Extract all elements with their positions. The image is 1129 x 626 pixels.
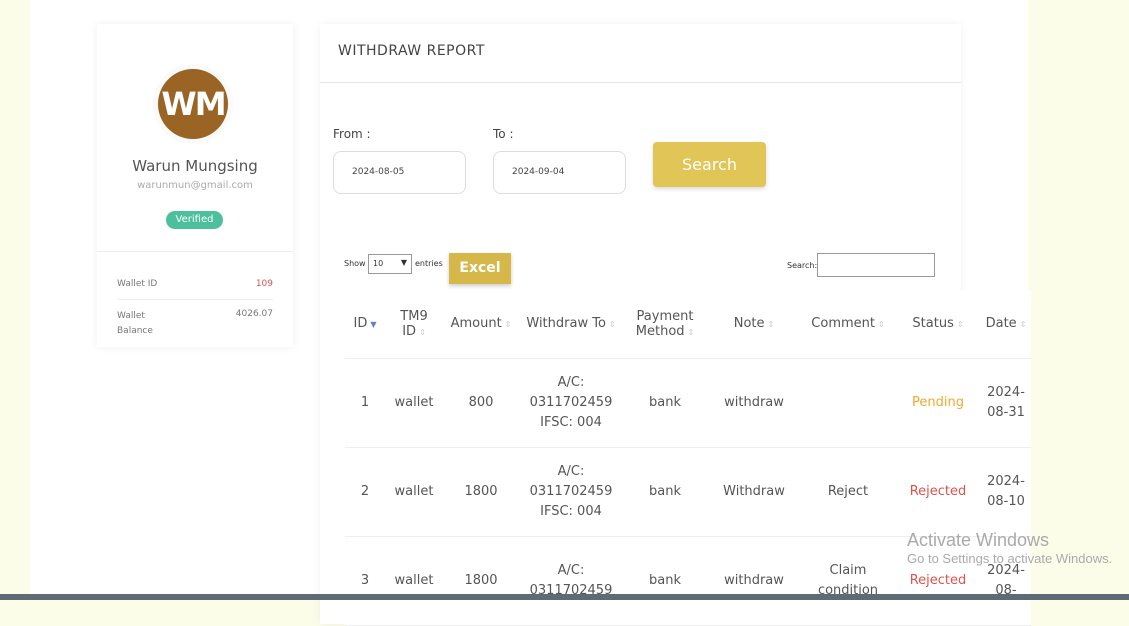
cell-comment: Claim condition	[801, 536, 895, 626]
entries-label: entries	[415, 259, 443, 268]
sort-desc-icon[interactable]: ▼	[370, 320, 376, 329]
divider	[97, 251, 293, 252]
wallet-balance-label: Wallet Balance	[117, 311, 153, 336]
table-row: 2 wallet 1800 A/C: 0311702459 IFSC: 004 bank…	[345, 447, 1031, 537]
column-header-label: Amount	[450, 316, 502, 332]
show-label: Show	[344, 259, 366, 268]
cell-tm9: wallet	[385, 536, 443, 626]
wallet-id-label: Wallet ID	[117, 279, 158, 289]
cell-tm9: wallet	[385, 358, 443, 448]
sort-icon[interactable]: ⇕	[609, 320, 616, 329]
cell-to: A/C: 0311702459 IFSC: 004	[519, 358, 623, 448]
entries-select[interactable]: 10 ▼	[368, 254, 412, 274]
table-search-input[interactable]	[817, 253, 935, 277]
watermark-subtitle: Go to Settings to activate Windows.	[907, 551, 1113, 566]
cell-comment	[801, 358, 895, 448]
sort-icon[interactable]: ⇕	[878, 320, 885, 329]
column-header[interactable]: Comment ⇕	[801, 290, 895, 359]
verified-badge: Verified	[166, 211, 223, 229]
cell-date: 2024-08-10	[981, 447, 1031, 537]
profile-card: WM Warun Mungsing warunmun@gmail.com Ver…	[97, 24, 293, 347]
sort-icon[interactable]: ⇕	[768, 320, 775, 329]
page-title: WITHDRAW REPORT	[338, 43, 485, 59]
divider	[320, 82, 961, 83]
wallet-id-value: 109	[255, 279, 273, 289]
profile-email: warunmun@gmail.com	[137, 180, 253, 191]
column-header-label: Status	[912, 316, 954, 332]
search-label: Search:	[787, 261, 818, 270]
cell-amount: 800	[443, 358, 519, 448]
cell-note: Withdraw	[707, 447, 801, 537]
excel-button[interactable]: Excel	[449, 253, 511, 284]
cell-tm9: wallet	[385, 447, 443, 537]
column-header[interactable]: Amount ⇕	[443, 290, 519, 359]
cell-id: 1	[345, 358, 385, 448]
cell-note: withdraw	[707, 358, 801, 448]
sort-icon[interactable]: ⇕	[688, 328, 695, 337]
column-header-label: Comment	[811, 316, 875, 332]
column-header-label: Note	[733, 316, 765, 332]
column-header[interactable]: Withdraw To ⇕	[519, 290, 623, 359]
chevron-down-icon: ▼	[400, 258, 407, 267]
sort-icon[interactable]: ⇕	[1020, 320, 1027, 329]
wallet-balance-value: 4026.07	[235, 309, 273, 319]
wallet-id-row: Wallet ID 109	[117, 279, 273, 300]
entries-value: 10	[373, 259, 384, 268]
cell-status: Rejected	[895, 447, 981, 537]
column-header[interactable]: Note ⇕	[707, 290, 801, 359]
column-header[interactable]: TM9 ID ⇕	[385, 290, 443, 359]
sort-icon[interactable]: ⇕	[505, 320, 512, 329]
cell-to: A/C: 0311702459	[519, 536, 623, 626]
sort-icon[interactable]: ⇕	[957, 320, 964, 329]
cell-id: 3	[345, 536, 385, 626]
cell-to: A/C: 0311702459 IFSC: 004	[519, 447, 623, 537]
profile-name: Warun Mungsing	[132, 157, 258, 175]
cell-id: 2	[345, 447, 385, 537]
wallet-balance-row: Wallet Balance 4026.07	[117, 309, 273, 339]
windows-watermark: Activate Windows Go to Settings to activ…	[907, 530, 1112, 566]
taskbar	[0, 594, 1129, 600]
to-date-input[interactable]: 2024-09-04	[493, 151, 626, 194]
to-label: To :	[493, 127, 514, 141]
column-header-label: Withdraw To	[526, 316, 606, 332]
search-button[interactable]: Search	[653, 142, 766, 187]
column-header-label: ID	[353, 316, 368, 332]
cell-method: bank	[623, 358, 707, 448]
column-header[interactable]: Payment Method ⇕	[623, 290, 707, 359]
cell-amount: 1800	[443, 536, 519, 626]
avatar: WM	[158, 69, 228, 139]
column-header[interactable]: Status ⇕	[895, 290, 981, 359]
cell-method: bank	[623, 536, 707, 626]
cell-comment: Reject	[801, 447, 895, 537]
cell-date: 2024-08-31	[981, 358, 1031, 448]
cell-amount: 1800	[443, 447, 519, 537]
column-header[interactable]: ID ▼	[345, 290, 385, 359]
cell-note: withdraw	[707, 536, 801, 626]
from-date-input[interactable]: 2024-08-05	[333, 151, 466, 194]
sort-icon[interactable]: ⇕	[419, 328, 426, 337]
withdraw-table: ID ▼ TM9 ID ⇕ Amount ⇕ Withdraw To ⇕ Payment Met…	[345, 290, 1031, 626]
column-header[interactable]: Date ⇕	[981, 290, 1031, 359]
from-label: From :	[333, 127, 371, 141]
cell-method: bank	[623, 447, 707, 537]
column-header-label: Payment Method	[635, 308, 694, 339]
column-header-label: Date	[985, 316, 1017, 332]
cell-status: Pending	[895, 358, 981, 448]
watermark-title: Activate Windows	[907, 530, 1050, 550]
table-row: 1 wallet 800 A/C: 0311702459 IFSC: 004 bank w…	[345, 358, 1031, 448]
